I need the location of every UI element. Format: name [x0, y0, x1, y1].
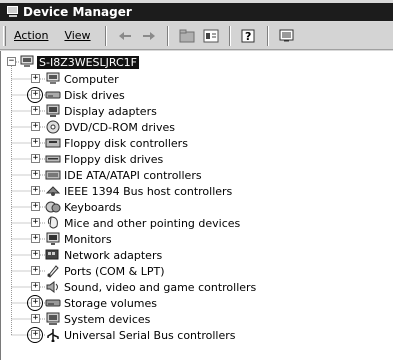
tree-item-ide-ata-atapi-controllers[interactable]: IDE ATA/ATAPI controllers	[45, 167, 202, 183]
computer-icon	[45, 72, 61, 86]
computer-icon	[19, 55, 35, 69]
expand-ports-com-lpt-expander[interactable]: +	[31, 266, 40, 275]
expand-storage-volumes-expander[interactable]: +	[31, 298, 40, 307]
tree-item-sound-video-and-game-controllers[interactable]: Sound, video and game controllers	[45, 279, 256, 295]
tree-item-disk-drives[interactable]: Disk drives	[45, 87, 125, 103]
tree-item-monitors[interactable]: Monitors	[45, 231, 112, 247]
tree-item-label: Floppy disk drives	[64, 152, 164, 166]
menu-action-label: Action	[14, 29, 49, 42]
tree-item-keyboards[interactable]: Keyboards	[45, 199, 121, 215]
tree-item-label: Storage volumes	[64, 296, 158, 310]
expand-ieee-1394-bus-host-controllers-expander[interactable]: +	[31, 186, 40, 195]
expand-floppy-disk-controllers-expander[interactable]: +	[31, 138, 40, 147]
collapse-root-expander[interactable]: −	[7, 57, 16, 66]
menu-action[interactable]: Action	[6, 29, 56, 42]
tree-item-label: Mice and other pointing devices	[64, 216, 241, 230]
tree-item-computer[interactable]: Computer	[45, 71, 119, 87]
tree-root-label: S-I8Z3WESLJRC1F	[37, 55, 140, 69]
window-title: Device Manager	[23, 5, 132, 19]
expand-universal-serial-bus-controllers-expander[interactable]: +	[31, 330, 40, 339]
tree-item-label: Monitors	[64, 232, 112, 246]
tree-item-label: System devices	[64, 312, 151, 326]
scan-hardware-icon[interactable]	[276, 26, 298, 46]
expand-disk-drives-expander[interactable]: +	[31, 90, 40, 99]
floppy-controller-icon	[45, 136, 61, 150]
keyboard-icon	[45, 200, 61, 214]
system-device-icon	[45, 312, 61, 326]
tree-item-label: Floppy disk controllers	[64, 136, 188, 150]
tree-item-ieee-1394-bus-host-controllers[interactable]: IEEE 1394 Bus host controllers	[45, 183, 232, 199]
tree-item-label: Ports (COM & LPT)	[64, 264, 165, 278]
ide-controller-icon	[45, 168, 61, 182]
tree-item-label: Disk drives	[64, 88, 125, 102]
menu-view[interactable]: View	[56, 29, 98, 42]
usb-icon	[45, 328, 61, 342]
tree-item-label: Computer	[64, 72, 119, 86]
tree-item-universal-serial-bus-controllers[interactable]: Universal Serial Bus controllers	[45, 327, 235, 343]
device-manager-window: Device Manager Action View ? S-I8Z3WESLJ…	[0, 0, 393, 360]
expand-network-adapters-expander[interactable]: +	[31, 250, 40, 259]
tree-item-system-devices[interactable]: System devices	[45, 311, 150, 327]
title-bar[interactable]: Device Manager	[0, 3, 393, 21]
tree-item-dvd-cd-rom-drives[interactable]: DVD/CD-ROM drives	[45, 119, 175, 135]
toolbar-separator	[104, 25, 107, 46]
tree-item-label: Keyboards	[64, 200, 122, 214]
properties-icon[interactable]	[200, 26, 222, 46]
toolbar-separator	[266, 25, 269, 46]
help-icon[interactable]: ?	[238, 26, 260, 46]
tree-item-floppy-disk-drives[interactable]: Floppy disk drives	[45, 151, 163, 167]
back-arrow-icon[interactable]	[114, 26, 136, 46]
expand-floppy-disk-drives-expander[interactable]: +	[31, 154, 40, 163]
tree-item-storage-volumes[interactable]: Storage volumes	[45, 295, 157, 311]
ieee1394-icon	[45, 184, 61, 198]
device-tree: S-I8Z3WESLJRC1F − Computer + Disk drives + Dis…	[0, 51, 393, 360]
floppy-drive-icon	[45, 152, 61, 166]
expand-mice-and-other-pointing-devices-expander[interactable]: +	[31, 218, 40, 227]
forward-arrow-icon[interactable]	[138, 26, 160, 46]
toolbar-separator	[166, 25, 169, 46]
expand-system-devices-expander[interactable]: +	[31, 314, 40, 323]
tree-item-label: Sound, video and game controllers	[64, 280, 257, 294]
expand-keyboards-expander[interactable]: +	[31, 202, 40, 211]
expand-computer-expander[interactable]: +	[31, 74, 40, 83]
tree-item-label: Universal Serial Bus controllers	[64, 328, 236, 342]
display-adapter-icon	[45, 104, 61, 118]
up-folder-icon[interactable]	[176, 26, 198, 46]
expand-monitors-expander[interactable]: +	[31, 234, 40, 243]
tree-item-display-adapters[interactable]: Display adapters	[45, 103, 157, 119]
menu-view-label: View	[64, 29, 91, 42]
monitor-icon	[45, 232, 61, 246]
tree-root-node[interactable]: S-I8Z3WESLJRC1F	[19, 54, 140, 70]
tree-item-label: DVD/CD-ROM drives	[64, 120, 175, 134]
mouse-icon	[45, 216, 61, 230]
tree-item-floppy-disk-controllers[interactable]: Floppy disk controllers	[45, 135, 188, 151]
dvd-drive-icon	[45, 120, 61, 134]
expand-dvd-cd-rom-drives-expander[interactable]: +	[31, 122, 40, 131]
toolbar-separator	[228, 25, 231, 46]
tree-item-label: Network adapters	[64, 248, 163, 262]
svg-text:?: ?	[245, 30, 251, 43]
tree-item-label: Display adapters	[64, 104, 157, 118]
tree-item-mice-and-other-pointing-devices[interactable]: Mice and other pointing devices	[45, 215, 240, 231]
expand-sound-video-and-game-controllers-expander[interactable]: +	[31, 282, 40, 291]
expand-ide-ata-atapi-controllers-expander[interactable]: +	[31, 170, 40, 179]
tree-item-network-adapters[interactable]: Network adapters	[45, 247, 162, 263]
sound-icon	[45, 280, 61, 294]
toolbar: Action View ?	[0, 22, 393, 50]
device-manager-app-icon	[6, 6, 20, 18]
tree-item-ports-com-lpt[interactable]: Ports (COM & LPT)	[45, 263, 165, 279]
port-icon	[45, 264, 61, 278]
tree-item-label: IDE ATA/ATAPI controllers	[64, 168, 202, 182]
network-adapter-icon	[45, 248, 61, 262]
disk-drive-icon	[45, 88, 61, 102]
expand-display-adapters-expander[interactable]: +	[31, 106, 40, 115]
tree-item-label: IEEE 1394 Bus host controllers	[64, 184, 233, 198]
storage-volume-icon	[45, 296, 61, 310]
